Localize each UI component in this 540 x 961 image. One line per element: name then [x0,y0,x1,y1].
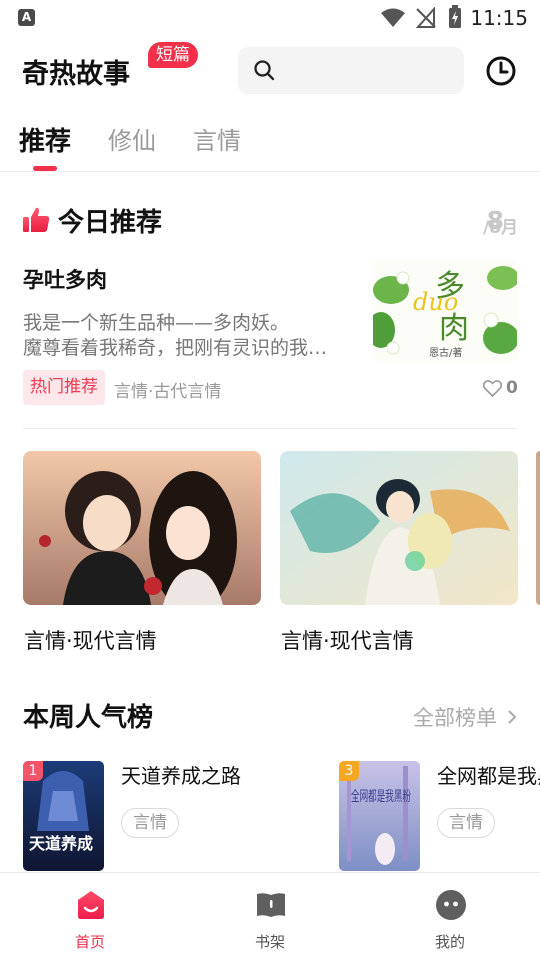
today-book-desc-line: 魔尊看着我稀奇，把刚有灵识的我带回魔界 [23,337,343,359]
status-time: 11:15 [470,6,528,30]
today-book-title[interactable]: 孕吐多肉 [23,264,107,294]
search-bar[interactable] [238,47,464,94]
wifi-icon [381,8,405,27]
svg-text:肉: 肉 [439,311,469,346]
no-signal-icon [416,7,436,28]
tab-romance[interactable]: 言情 [193,121,241,156]
short-badge: 短篇 [148,42,198,68]
rank-book-cover[interactable]: 天道养成 1 [23,761,104,871]
chevron-right-icon [507,710,517,724]
header-divider [0,171,540,172]
thumbs-up-icon [23,207,50,232]
weekly-section-title: 本周人气榜 [23,703,154,733]
nav-profile-label: 我的 [434,933,465,951]
nav-bookshelf[interactable]: 书架 [225,873,315,961]
rank-number: 1 [23,761,43,781]
section-divider [23,428,517,429]
nav-home-label: 首页 [74,933,105,951]
all-rankings-link[interactable]: 全部榜单 [413,702,518,732]
rank-book-cover[interactable]: 全网都是我黑粉 3 [339,761,420,871]
featured-illustration-couple [23,451,261,605]
tab-recommend[interactable]: 推荐 [19,121,71,158]
cover-illustration: 多 duo 肉 恩古/著 [373,260,517,361]
status-bar: A 11:15 [0,0,540,36]
all-rankings-label: 全部榜单 [413,706,497,730]
rank-book-tag: 言情 [437,808,495,838]
today-book-desc: 我是一个新生品种——多肉妖。 魔尊看着我稀奇，把刚有灵识的我带回魔界 [23,311,343,361]
rank-book-title[interactable]: 全网都是我黑粉 [437,760,540,789]
date-month: /8月 [482,218,518,238]
nav-bookshelf-label: 书架 [254,933,285,951]
bookshelf-icon [257,893,285,917]
search-icon [254,60,275,81]
home-icon [78,891,104,919]
hot-recommend-tag: 热门推荐 [23,370,105,405]
rank-book-title[interactable]: 天道养成之路 [121,760,241,789]
rank-number: 3 [339,761,359,781]
today-book-cover[interactable]: 多 duo 肉 恩古/著 [373,260,517,361]
featured-card-label[interactable]: 言情·现代言情 [281,625,414,655]
heart-icon[interactable] [483,380,502,397]
nav-home[interactable]: 首页 [45,873,135,961]
featured-illustration-dragon [280,451,518,605]
today-section-title: 今日推荐 [58,208,163,238]
today-book-genre: 言情·古代言情 [114,382,222,402]
nav-profile[interactable]: 我的 [405,873,495,961]
featured-card-label[interactable]: 言情·现代言情 [24,625,157,655]
cover-author-text: 恩古/著 [429,346,462,359]
rank-cover-title: 全网都是我黑粉 [351,788,411,805]
rank-cover-title: 天道养成 [29,834,93,853]
like-count: 0 [506,378,518,398]
profile-icon [436,890,466,920]
bottom-navigation: 首页 书架 我的 [0,872,540,960]
featured-card-peek [536,451,540,605]
rank-book-tag: 言情 [121,808,179,838]
app-title: 奇热故事 [22,59,130,90]
history-clock-icon[interactable] [485,55,517,87]
notification-icon: A [18,9,35,26]
featured-card-image[interactable] [23,451,261,605]
battery-charging-icon [449,5,461,28]
tab-xiuxian[interactable]: 修仙 [108,121,156,156]
today-book-desc-line: 我是一个新生品种——多肉妖。 [23,312,290,334]
featured-card-image[interactable] [280,451,518,605]
